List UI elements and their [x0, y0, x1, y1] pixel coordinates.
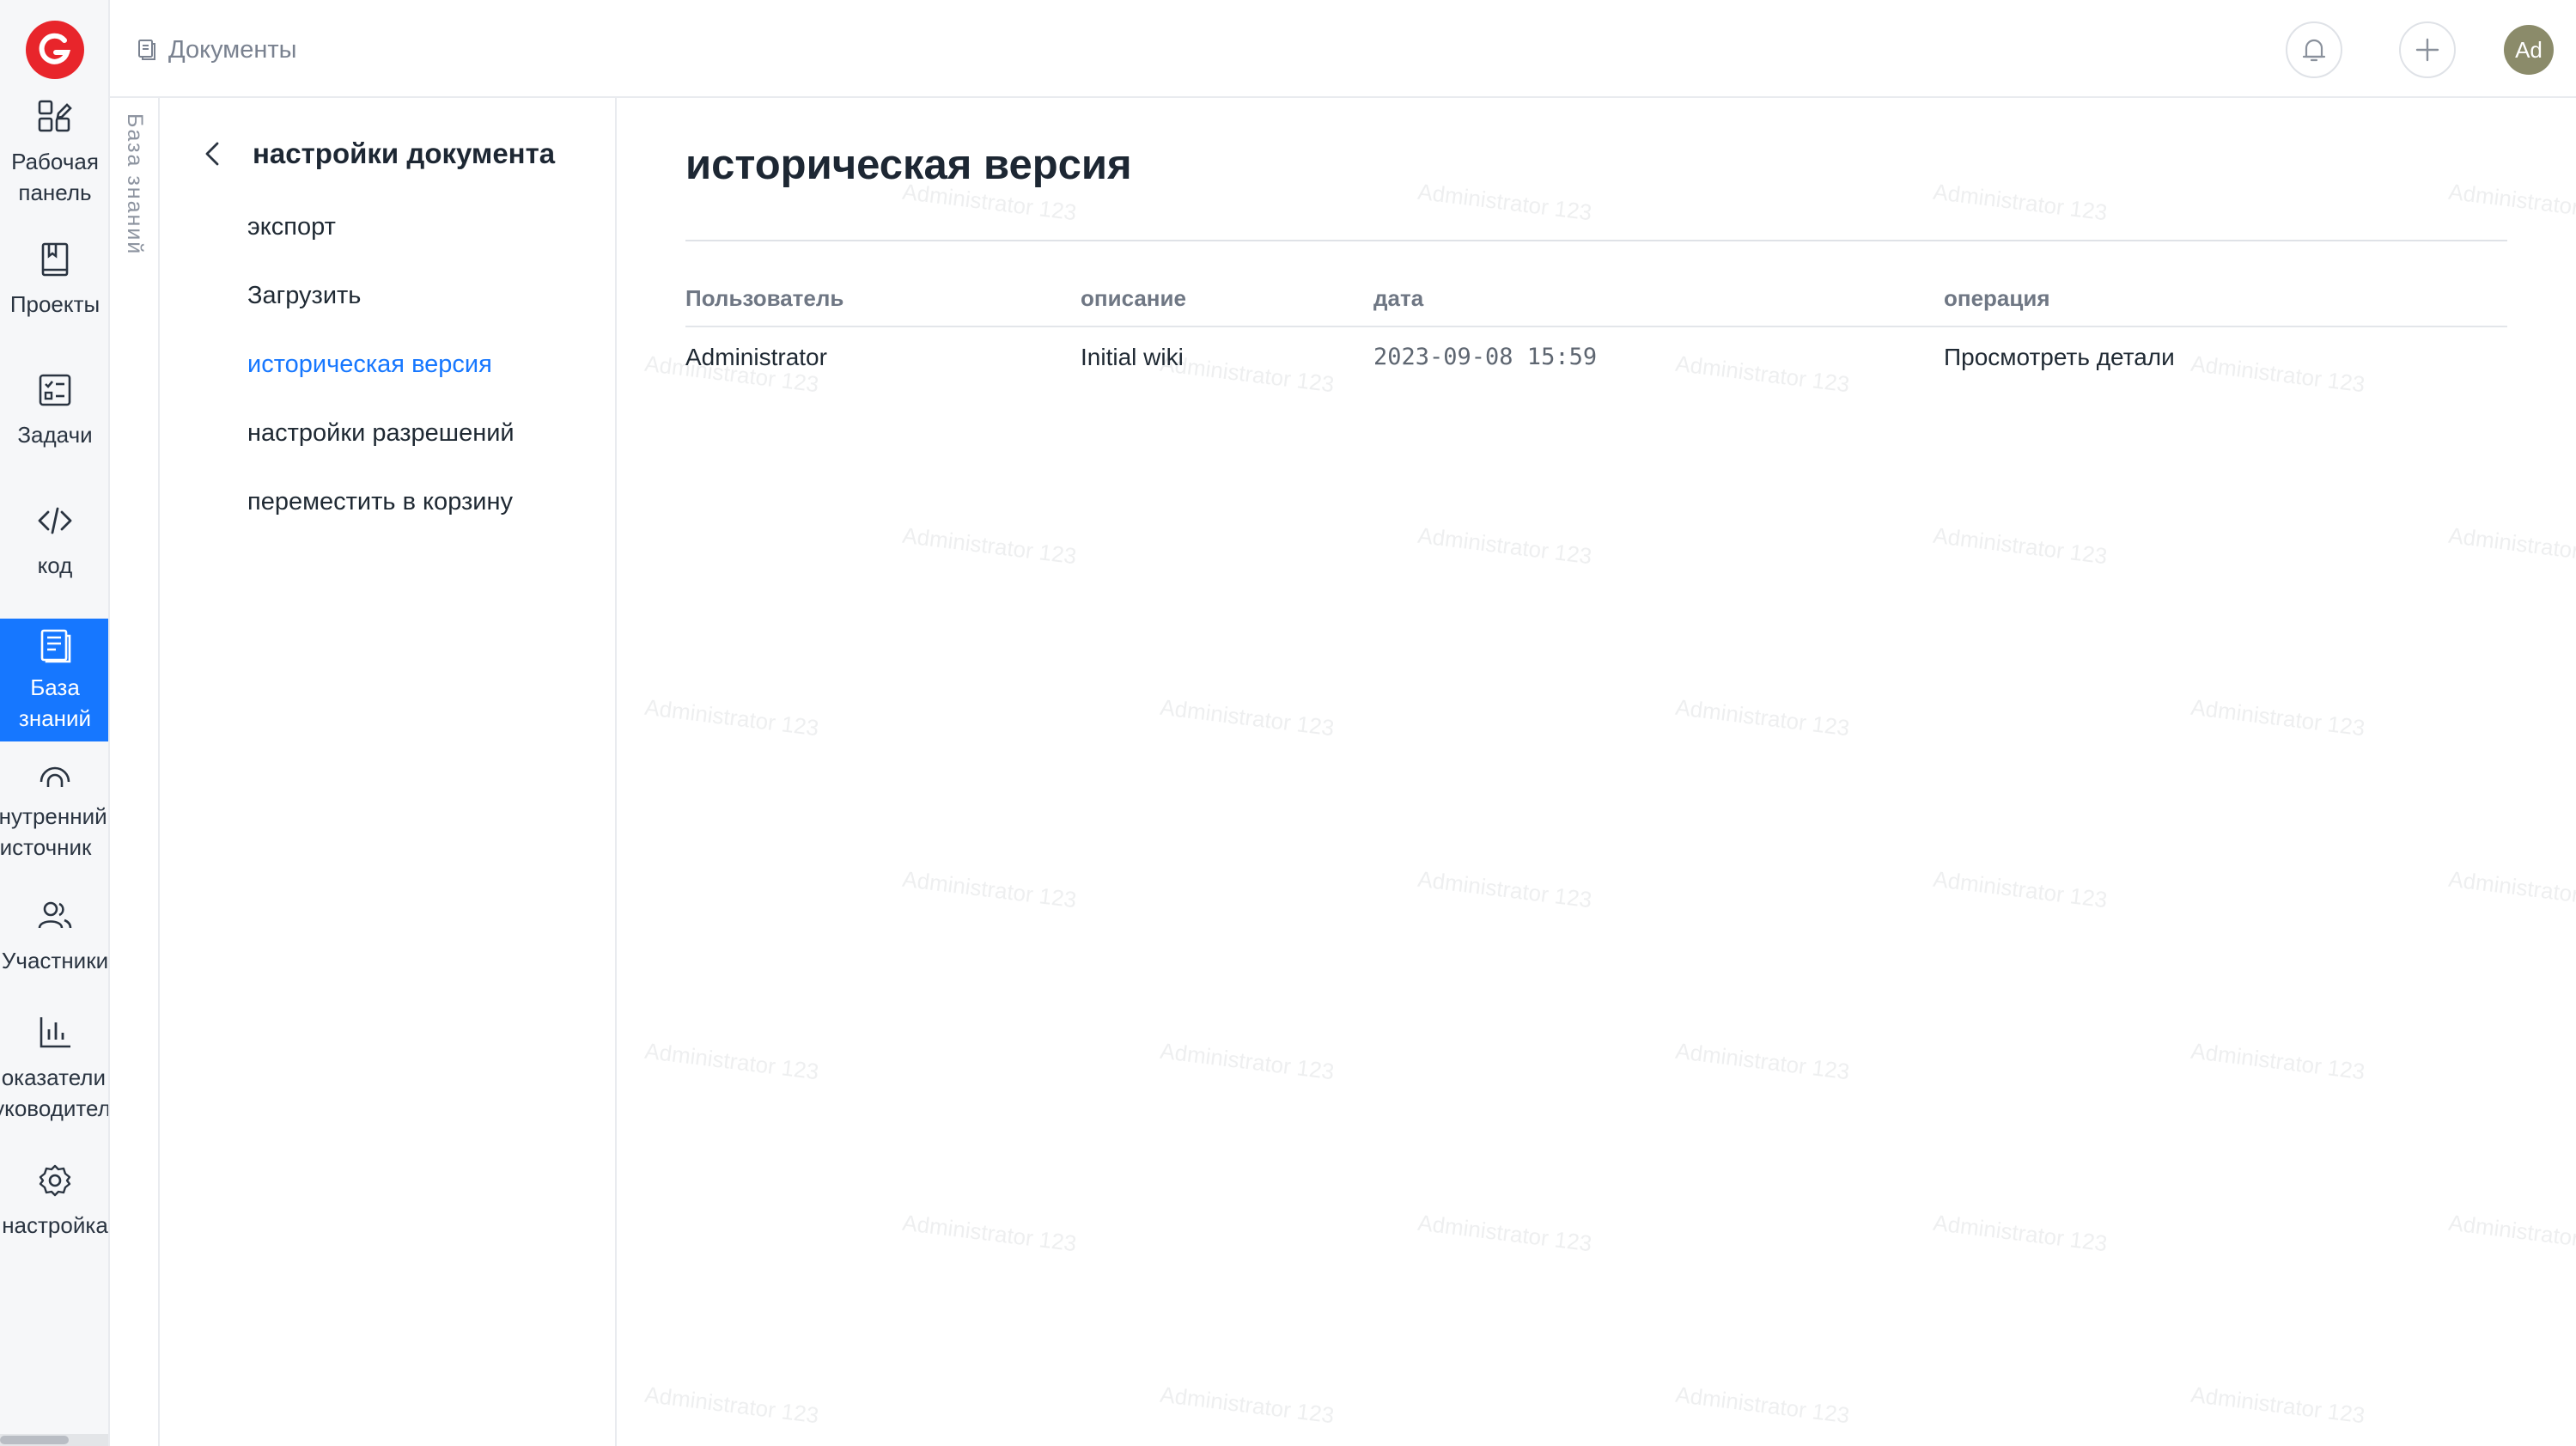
code-icon: [38, 507, 72, 534]
users-icon: [38, 901, 72, 929]
top-header: Документы Ad: [110, 0, 2576, 98]
menu-item-permissions[interactable]: настройки разрешений: [247, 419, 515, 448]
logo[interactable]: [26, 21, 84, 79]
cell-date: 2023-09-08 15:59: [1373, 344, 1598, 370]
app-root: Administrator 123 Administrator 123 Admini…: [0, 0, 2576, 1446]
dashboard-icon: [38, 100, 72, 132]
column-header-operation: операция: [1944, 285, 2050, 311]
cell-description: Initial wiki: [1081, 344, 1184, 370]
column-header-date: дата: [1373, 285, 1424, 311]
page-title: историческая версия: [685, 142, 1132, 188]
nav-item-metrics[interactable]: Показатели руководитель: [0, 1014, 110, 1134]
create-button[interactable]: [2399, 21, 2456, 78]
nav-item-members[interactable]: Участники: [0, 897, 109, 991]
cell-user: Administrator: [685, 344, 827, 370]
chevron-left-icon: [205, 142, 219, 166]
divider: [685, 240, 2507, 241]
settings-title: настройки документа: [253, 137, 556, 169]
nav-label: База знаний: [18, 674, 92, 731]
column-header-user: Пользователь: [685, 285, 844, 311]
back-button[interactable]: [203, 138, 227, 169]
menu-item-trash[interactable]: переместить в корзину: [247, 488, 513, 516]
table-header-divider: [685, 326, 2507, 327]
sidebar-scrollbar[interactable]: [0, 1434, 108, 1446]
column-header-description: описание: [1081, 285, 1186, 311]
plus-icon: [2415, 38, 2439, 62]
nav-label: Рабочая панель: [11, 149, 99, 205]
nav-label: Участники: [1, 948, 109, 973]
collapsed-panel-strip[interactable]: База знаний: [110, 98, 160, 1446]
strip-label: База знаний: [123, 113, 147, 256]
bar-chart-icon: [40, 1017, 70, 1048]
menu-item-export[interactable]: экспорт: [247, 213, 336, 241]
logo-icon: [39, 33, 71, 64]
menu-item-history[interactable]: историческая версия: [247, 351, 492, 379]
bell-icon: [2302, 39, 2326, 62]
book-icon: [41, 242, 69, 277]
document-settings-panel: настройки документа экспорт Загрузить ис…: [160, 98, 617, 1446]
avatar[interactable]: Ad: [2504, 25, 2554, 75]
settings-header: настройки документа: [203, 137, 555, 170]
menu-item-upload[interactable]: Загрузить: [247, 282, 361, 310]
nav-item-settings[interactable]: настройка: [0, 1162, 108, 1256]
nav-label: код: [37, 552, 73, 578]
nav-item-code[interactable]: код: [0, 502, 108, 596]
nav-label: Показатели руководитель: [0, 1065, 110, 1121]
inner-source-icon: [40, 766, 70, 787]
nav-item-inner-source[interactable]: Внутренний источник: [0, 753, 108, 873]
task-list-icon: [39, 374, 71, 406]
nav-label: Задачи: [17, 422, 93, 448]
nav-item-tasks[interactable]: Задачи: [0, 371, 108, 466]
notifications-button[interactable]: [2286, 21, 2342, 78]
nav-label: Проекты: [9, 291, 100, 317]
nav-item-knowledge-base[interactable]: База знаний: [0, 619, 108, 741]
gear-icon: [39, 1164, 71, 1197]
main-content: историческая версия Пользователь описани…: [617, 98, 2576, 1446]
nav-item-projects[interactable]: Проекты: [0, 241, 108, 335]
app-sidebar: Рабочая панель Проекты Задачи код База з…: [0, 0, 110, 1446]
nav-item-dashboard[interactable]: Рабочая панель: [0, 98, 108, 218]
nav-label: Внутренний источник: [0, 803, 107, 860]
document-icon: [40, 629, 71, 663]
scrollbar-thumb[interactable]: [0, 1436, 69, 1444]
breadcrumb-label: Документы: [168, 35, 297, 64]
document-small-icon: [138, 40, 155, 60]
nav-label: настройка: [2, 1212, 108, 1238]
view-details-link[interactable]: Просмотреть детали: [1944, 344, 2175, 371]
breadcrumb[interactable]: Документы: [137, 33, 297, 67]
